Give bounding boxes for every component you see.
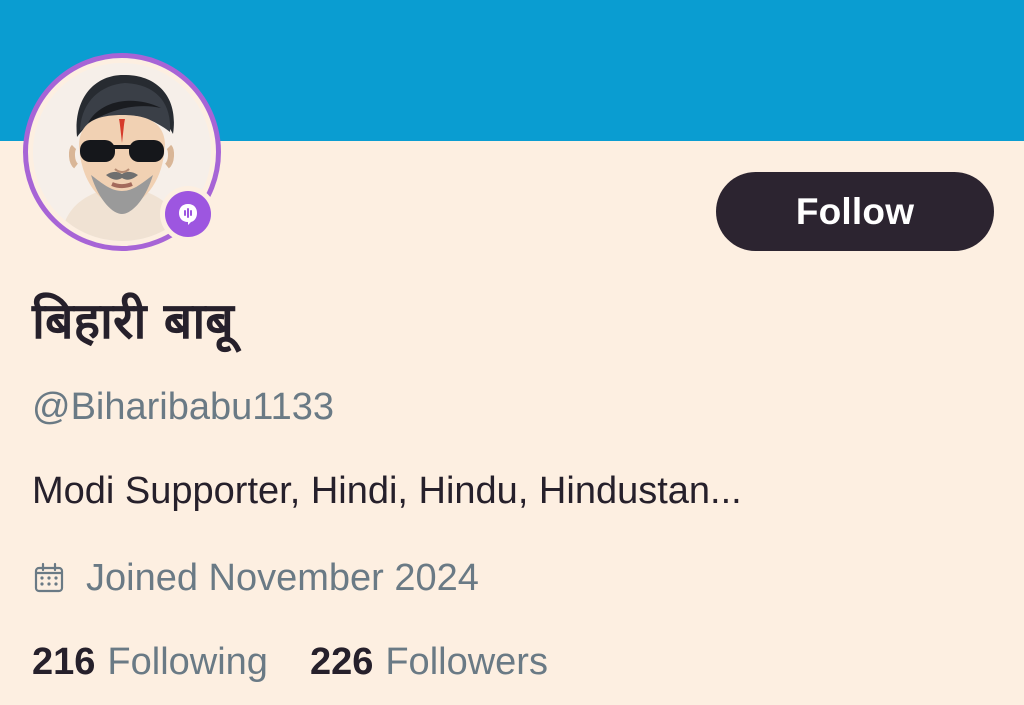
joined-date: Joined November 2024	[86, 556, 479, 599]
profile-stats: 216 Following 226 Followers	[32, 637, 548, 687]
following-count: 216	[32, 641, 96, 683]
display-name: बिहारी बाबू	[32, 292, 234, 350]
followers-count: 226	[309, 641, 374, 683]
following-link[interactable]: 216 Following	[32, 637, 268, 687]
audio-badge[interactable]	[160, 186, 216, 242]
microphone-icon	[179, 204, 197, 225]
followers-label: Followers	[385, 641, 548, 683]
username-handle: @Biharibabu1133	[32, 386, 334, 428]
following-label: Following	[107, 641, 268, 683]
calendar-icon	[34, 562, 64, 593]
followers-link[interactable]: 226 Followers	[310, 637, 548, 687]
joined-row: Joined November 2024	[32, 552, 479, 604]
follow-button[interactable]: Follow	[716, 172, 994, 251]
audio-badge-icon	[165, 191, 211, 237]
profile-bio: Modi Supporter, Hindi, Hindu, Hindustan.…	[32, 470, 742, 512]
